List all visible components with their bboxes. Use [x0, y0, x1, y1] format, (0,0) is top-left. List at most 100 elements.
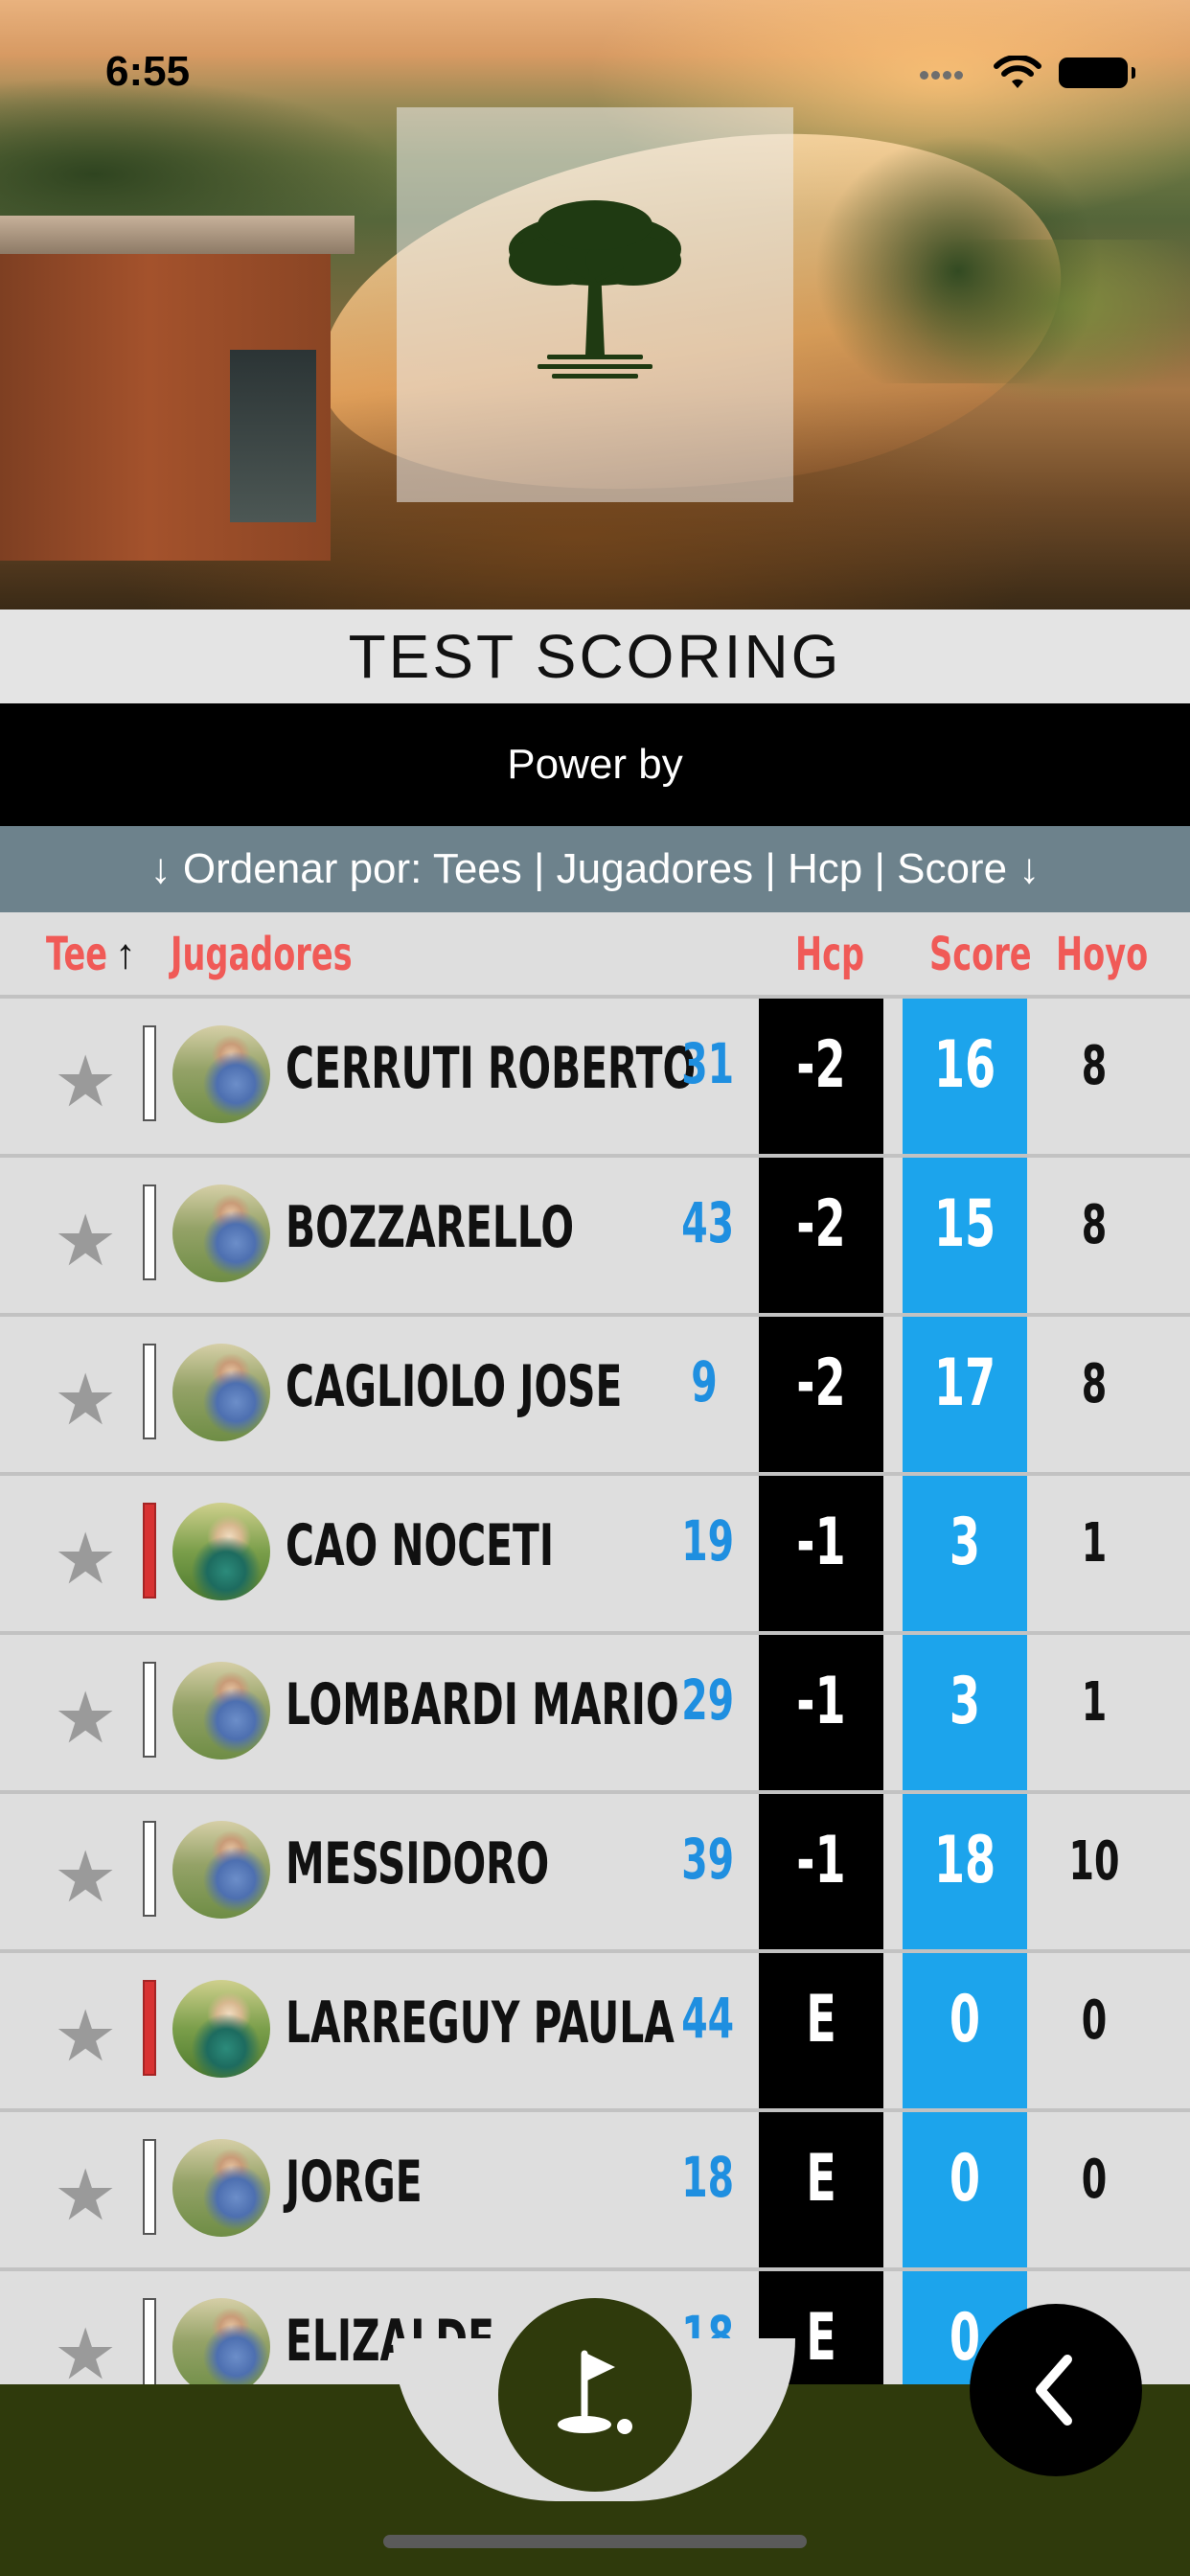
net-difference: E: [806, 2141, 836, 2217]
player-handicap: 39: [681, 1827, 735, 1892]
player-name: BOZZARELLO: [286, 1194, 575, 1261]
current-hole: 8: [1081, 1194, 1108, 1256]
column-header-hcp[interactable]: Hcp: [795, 912, 864, 997]
avatar: [172, 1184, 270, 1282]
hero-trees-right: [814, 134, 1102, 383]
column-header-hole[interactable]: Hoyo: [1056, 912, 1148, 997]
status-time: 6:55: [105, 48, 191, 95]
net-difference: -1: [796, 1505, 846, 1580]
avatar: [172, 2139, 270, 2237]
chevron-left-icon: [1036, 2355, 1072, 2426]
star-icon[interactable]: ★: [54, 2160, 117, 2231]
player-row[interactable]: ★ JORGE 18 E 0 0: [0, 2108, 1190, 2267]
club-logo: [397, 107, 793, 502]
player-row[interactable]: ★ BOZZARELLO 43 -2 15 8: [0, 1154, 1190, 1313]
player-row[interactable]: ★ CERRUTI ROBERTO 31 -2 16 8: [0, 995, 1190, 1154]
net-difference: E: [806, 1982, 836, 2058]
tee-color-indicator: [143, 2139, 156, 2235]
net-difference: -1: [796, 1823, 846, 1898]
player-score: 15: [933, 1186, 996, 1262]
home-indicator: [383, 2535, 807, 2548]
star-icon[interactable]: ★: [54, 1683, 117, 1754]
current-hole: 1: [1081, 1512, 1108, 1575]
tee-color-indicator: [143, 1503, 156, 1598]
golf-flag-icon: [558, 2350, 632, 2434]
star-icon[interactable]: ★: [54, 1842, 117, 1913]
player-score: 16: [933, 1027, 996, 1103]
player-row[interactable]: ★ LOMBARDI MARIO 29 -1 3 1: [0, 1631, 1190, 1790]
tee-color-indicator: [143, 1025, 156, 1121]
net-difference: -2: [796, 1346, 846, 1421]
column-header-score[interactable]: Score: [929, 912, 1032, 997]
battery-icon: [1059, 58, 1135, 88]
player-handicap: 43: [681, 1190, 735, 1255]
avatar: [172, 1503, 270, 1600]
golf-action-button[interactable]: [498, 2298, 692, 2492]
player-score: 3: [949, 1505, 981, 1580]
current-hole: 1: [1081, 1671, 1108, 1734]
page-title: TEST SCORING: [0, 610, 1190, 703]
net-difference: -2: [796, 1027, 846, 1103]
player-row[interactable]: ★ LARREGUY PAULA 44 E 0 0: [0, 1949, 1190, 2108]
star-icon[interactable]: ★: [54, 2001, 117, 2072]
player-name: CAO NOCETI: [286, 1512, 555, 1579]
avatar: [172, 1344, 270, 1441]
star-icon[interactable]: ★: [54, 2319, 117, 2385]
avatar: [172, 1025, 270, 1123]
column-header-players[interactable]: Jugadores: [171, 912, 353, 997]
player-score: 18: [933, 1823, 996, 1898]
leaderboard-rows: ★ CERRUTI ROBERTO 31 -2 16 8 ★ BOZZARELLO 43 -2 15…: [0, 995, 1190, 2384]
cellular-signal-icon: [920, 67, 966, 84]
player-handicap: 31: [681, 1031, 735, 1096]
sort-arrow-up-icon[interactable]: ↑: [115, 912, 136, 997]
player-row[interactable]: ★ MESSIDORO 39 -1 18 10: [0, 1790, 1190, 1949]
tee-color-indicator: [143, 1344, 156, 1439]
player-row[interactable]: ★ CAO NOCETI 19 -1 3 1: [0, 1472, 1190, 1631]
current-hole: 10: [1068, 1830, 1120, 1893]
player-score: 0: [949, 2141, 981, 2217]
power-by-banner[interactable]: Power by: [0, 703, 1190, 826]
player-name: LARREGUY PAULA: [286, 1990, 675, 2057]
avatar: [172, 1821, 270, 1919]
player-handicap: 29: [681, 1668, 735, 1733]
net-difference: -1: [796, 1664, 846, 1739]
player-name: CERRUTI ROBERTO: [286, 1035, 697, 1102]
tee-color-indicator: [143, 1821, 156, 1917]
tee-color-indicator: [143, 1184, 156, 1280]
tree-logo-icon: [509, 200, 681, 379]
current-hole: 8: [1081, 1035, 1108, 1097]
avatar: [172, 1980, 270, 2078]
player-name: CAGLIOLO JOSE: [286, 1353, 623, 1420]
avatar: [172, 2298, 270, 2384]
header-image: 6:55: [0, 0, 1190, 610]
star-icon[interactable]: ★: [54, 1206, 117, 1276]
current-hole: 0: [1081, 2149, 1108, 2211]
player-handicap: 18: [681, 2145, 735, 2210]
player-handicap: 19: [681, 1508, 735, 1574]
status-indicators: [920, 56, 1140, 94]
current-hole: 8: [1081, 1353, 1108, 1415]
player-name: JORGE: [286, 2149, 423, 2216]
current-hole: 0: [1081, 1990, 1108, 2052]
leaderboard-table: ★ CERRUTI ROBERTO 31 -2 16 8 ★ BOZZARELLO 43 -2 15…: [0, 995, 1190, 2384]
tee-color-indicator: [143, 1980, 156, 2076]
player-handicap: 44: [681, 1986, 735, 2051]
hero-clubhouse: [0, 216, 355, 561]
star-icon[interactable]: ★: [54, 1046, 117, 1117]
net-difference: -2: [796, 1186, 846, 1262]
player-name: LOMBARDI MARIO: [286, 1671, 679, 1738]
column-headers: Tee ↑ Jugadores Hcp Score Hoyo: [0, 912, 1190, 997]
player-score: 0: [949, 1982, 981, 2058]
sort-options-bar[interactable]: ↓ Ordenar por: Tees | Jugadores | Hcp | …: [0, 826, 1190, 912]
tee-color-indicator: [143, 1662, 156, 1758]
star-icon[interactable]: ★: [54, 1365, 117, 1436]
wifi-icon: [994, 56, 1041, 88]
back-button[interactable]: [970, 2304, 1142, 2476]
player-score: 3: [949, 1664, 981, 1739]
star-icon[interactable]: ★: [54, 1524, 117, 1595]
column-header-tee[interactable]: Tee: [46, 912, 107, 997]
player-row[interactable]: ★ CAGLIOLO JOSE 9 -2 17 8: [0, 1313, 1190, 1472]
avatar: [172, 1662, 270, 1760]
tee-color-indicator: [143, 2298, 156, 2384]
player-name: MESSIDORO: [286, 1830, 550, 1898]
